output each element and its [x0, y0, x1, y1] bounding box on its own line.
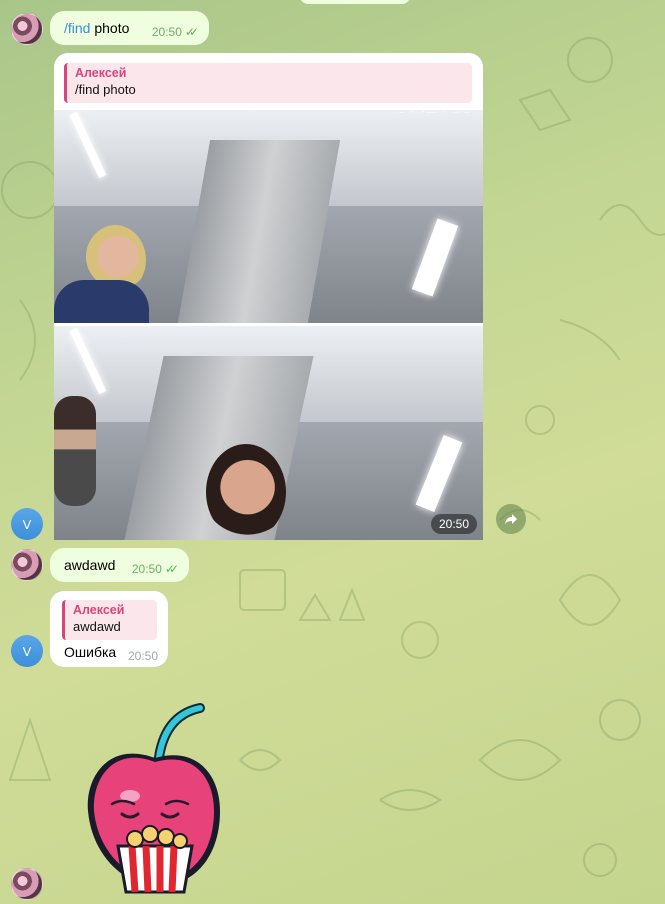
double-check-icon: ✓✓: [164, 562, 179, 576]
bot-avatar[interactable]: V: [11, 508, 43, 540]
forward-icon[interactable]: [496, 504, 526, 534]
reply-text: awdawd: [73, 619, 121, 634]
photo-lamp: [415, 434, 463, 513]
photo-camera-1[interactable]: — · ·—— · —·—: [54, 110, 483, 323]
chat-history: /find photo 20:50 ✓✓ Алексей /find photo…: [0, 0, 665, 904]
previous-message-edge: [300, 0, 410, 4]
user-avatar[interactable]: [11, 868, 43, 900]
photo-person: [206, 444, 286, 540]
message-time: 20:50: [127, 649, 158, 663]
message-meta: 20:50: [128, 649, 158, 663]
message-time: 20:50: [151, 25, 182, 39]
message-awdawd[interactable]: awdawd 20:50 ✓✓: [50, 548, 189, 582]
user-avatar[interactable]: [11, 13, 43, 45]
bot-avatar-letter: V: [22, 643, 32, 659]
photo-person: [54, 396, 96, 506]
photo-lamp: [411, 218, 459, 297]
message-find-photo[interactable]: /find photo 20:50 ✓✓: [50, 11, 209, 45]
reply-quote[interactable]: Алексей awdawd: [62, 600, 157, 640]
camera-stamp: — · ·—— · —·—: [399, 110, 470, 118]
photo-person-body: [54, 280, 149, 323]
message-time: 20:50: [131, 562, 162, 576]
photo-time: 20:50: [430, 514, 477, 534]
photo-camera-2[interactable]: 20:50: [54, 326, 483, 540]
message-meta: 20:50 ✓✓: [132, 562, 179, 576]
cherry-sticker[interactable]: [80, 696, 230, 901]
message-text: Ошибка: [64, 644, 117, 660]
reply-author: Алексей: [73, 603, 125, 617]
message-text: photo: [90, 20, 130, 36]
message-error[interactable]: Алексей awdawd Ошибка 20:50: [50, 591, 168, 667]
double-check-icon: ✓✓: [184, 25, 199, 39]
command-link[interactable]: /find: [64, 20, 90, 36]
bot-avatar-letter: V: [22, 516, 32, 532]
reply-author: Алексей: [75, 66, 127, 80]
bot-avatar[interactable]: V: [11, 635, 43, 667]
reply-text: /find photo: [75, 82, 136, 97]
reply-quote[interactable]: Алексей /find photo: [64, 63, 472, 103]
message-meta: 20:50 ✓✓: [152, 25, 199, 39]
message-text: awdawd: [64, 557, 116, 573]
user-avatar[interactable]: [11, 549, 43, 581]
forward-arrow: [505, 514, 517, 524]
